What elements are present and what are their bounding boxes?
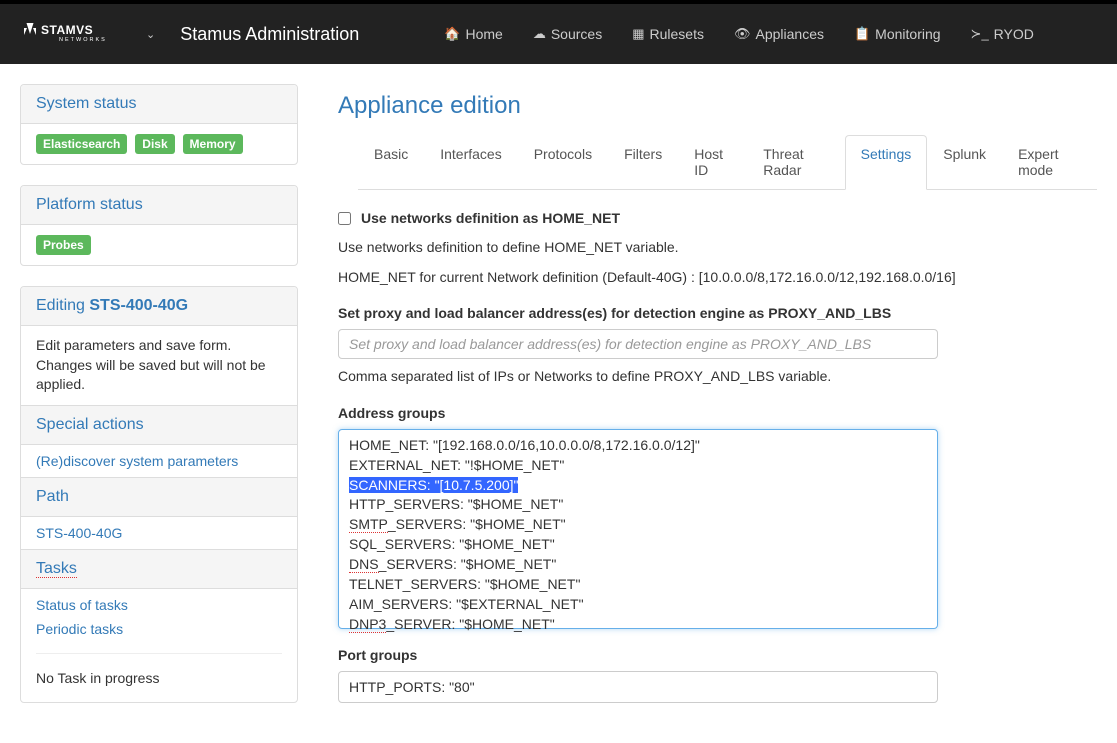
address-groups-textarea[interactable]: HOME_NET: "[192.168.0.0/16,10.0.0.0/8,17… [338,429,938,629]
home-net-checkbox-label: Use networks definition as HOME_NET [361,210,620,226]
home-icon: 🏠 [444,26,460,42]
tab-threat-radar[interactable]: Threat Radar [747,135,844,189]
home-net-checkbox[interactable] [338,212,351,225]
proxy-input[interactable] [338,329,938,359]
grid-icon: ▦ [632,26,644,42]
tab-host-id[interactable]: Host ID [678,135,747,189]
address-groups-label: Address groups [338,405,1097,421]
link-periodic-tasks[interactable]: Periodic tasks [21,621,297,645]
top-nav: 🏠Home ☁Sources ▦Rulesets 👁Appliances 📋Mo… [429,16,1049,52]
stamus-logo-icon: STAMVS NETWORKS [20,18,140,50]
navbar: STAMVS NETWORKS ⌄ Stamus Administration … [0,4,1117,64]
home-net-help2: HOME_NET for current Network definition … [338,268,1097,288]
nav-sources[interactable]: ☁Sources [518,16,617,52]
tab-filters[interactable]: Filters [608,135,678,189]
main-content: Appliance edition Basic Interfaces Proto… [338,84,1097,723]
tasks-footer: No Task in progress [21,662,297,694]
home-net-check-row: Use networks definition as HOME_NET [338,210,1097,226]
clipboard-icon: 📋 [854,26,870,42]
badge-memory[interactable]: Memory [183,134,243,154]
home-net-help1: Use networks definition to define HOME_N… [338,238,1097,258]
sidebar: System status Elasticsearch Disk Memory … [20,84,298,723]
port-groups-label: Port groups [338,647,1097,663]
nav-ryod[interactable]: ≻_RYOD [956,16,1049,52]
proxy-label: Set proxy and load balancer address(es) … [338,305,1097,321]
link-rediscover[interactable]: (Re)discover system parameters [21,445,297,477]
cloud-icon: ☁ [533,26,546,42]
path-link[interactable]: STS-400-40G [36,525,122,541]
section-tasks: Tasks [21,549,297,589]
editing-description: Edit parameters and save form. Changes w… [36,336,282,395]
nav-monitoring[interactable]: 📋Monitoring [839,16,956,52]
badge-probes[interactable]: Probes [36,235,91,255]
eye-icon: 👁 [734,26,751,42]
terminal-icon: ≻_ [971,26,989,42]
link-status-tasks[interactable]: Status of tasks [21,589,297,621]
section-path: Path [21,477,297,517]
svg-text:NETWORKS: NETWORKS [59,37,107,43]
tab-expert-mode[interactable]: Expert mode [1002,135,1097,189]
nav-rulesets[interactable]: ▦Rulesets [617,16,719,52]
tab-basic[interactable]: Basic [358,135,424,189]
badge-disk[interactable]: Disk [135,134,174,154]
tab-settings[interactable]: Settings [845,135,928,190]
tabs: Basic Interfaces Protocols Filters Host … [358,135,1097,190]
tab-protocols[interactable]: Protocols [518,135,608,189]
proxy-help: Comma separated list of IPs or Networks … [338,367,1097,387]
section-special-actions: Special actions [21,405,297,445]
panel-heading-platform-status: Platform status [21,186,297,225]
tab-splunk[interactable]: Splunk [927,135,1002,189]
panel-platform-status: Platform status Probes [20,185,298,266]
logo[interactable]: STAMVS NETWORKS ⌄ [20,18,155,50]
panel-editing: Editing STS-400-40G Edit parameters and … [20,286,298,703]
brand: STAMVS NETWORKS ⌄ Stamus Administration [20,18,359,50]
svg-text:STAMVS: STAMVS [41,23,93,37]
chevron-down-icon: ⌄ [146,28,155,41]
nav-appliances[interactable]: 👁Appliances [719,16,839,52]
badge-elasticsearch[interactable]: Elasticsearch [36,134,127,154]
port-groups-textarea[interactable]: HTTP_PORTS: "80"SHELLCODE_PORTS: "!80" [338,671,938,703]
page-title: Appliance edition [338,92,1097,120]
panel-system-status: System status Elasticsearch Disk Memory [20,84,298,165]
panel-heading-editing: Editing STS-400-40G [21,287,297,326]
tab-interfaces[interactable]: Interfaces [424,135,517,189]
panel-heading-system-status: System status [21,85,297,124]
brand-title: Stamus Administration [180,24,359,45]
nav-home[interactable]: 🏠Home [429,16,518,52]
